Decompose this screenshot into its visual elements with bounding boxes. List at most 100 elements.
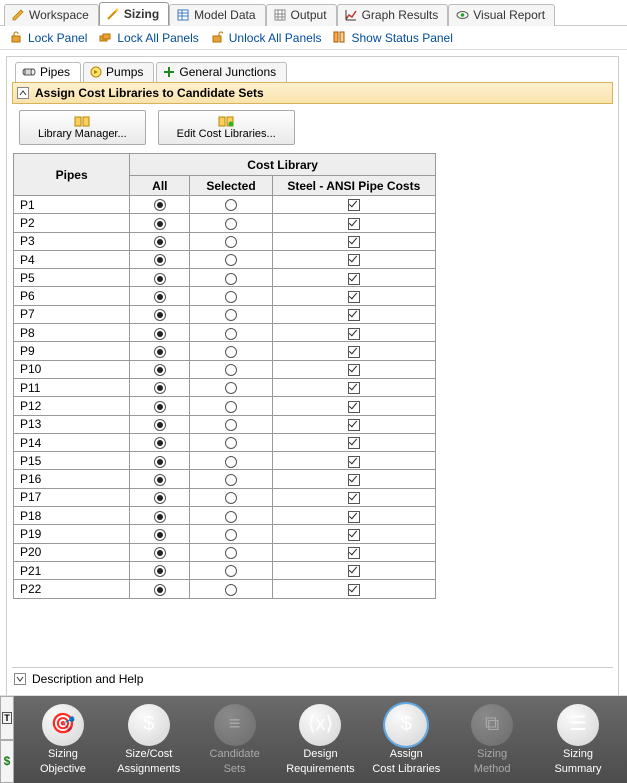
pipe-name-cell[interactable]: P21 [14, 561, 130, 579]
lib-checkbox[interactable] [348, 437, 360, 449]
lib-checkbox-cell[interactable] [272, 488, 435, 506]
lib-checkbox-cell[interactable] [272, 415, 435, 433]
lib-checkbox[interactable] [348, 273, 360, 285]
pipe-name-cell[interactable]: P15 [14, 452, 130, 470]
subtab-pipes[interactable]: Pipes [15, 62, 81, 82]
lib-checkbox[interactable] [348, 382, 360, 394]
radio-selected-cell[interactable] [190, 360, 272, 378]
pipe-name-cell[interactable]: P7 [14, 305, 130, 323]
radio-all[interactable] [154, 529, 166, 541]
radio-all-cell[interactable] [130, 287, 190, 305]
lib-checkbox[interactable] [348, 254, 360, 266]
radio-all-cell[interactable] [130, 196, 190, 214]
radio-selected-cell[interactable] [190, 214, 272, 232]
radio-all-cell[interactable] [130, 452, 190, 470]
radio-all[interactable] [154, 474, 166, 486]
lib-checkbox[interactable] [348, 346, 360, 358]
lib-checkbox[interactable] [348, 199, 360, 211]
radio-all-cell[interactable] [130, 250, 190, 268]
lib-checkbox[interactable] [348, 565, 360, 577]
radio-all-cell[interactable] [130, 415, 190, 433]
lib-checkbox-cell[interactable] [272, 342, 435, 360]
tab-graph-results[interactable]: Graph Results [337, 4, 449, 26]
lib-checkbox-cell[interactable] [272, 433, 435, 451]
radio-all-cell[interactable] [130, 324, 190, 342]
radio-all-cell[interactable] [130, 488, 190, 506]
lib-checkbox-cell[interactable] [272, 305, 435, 323]
lib-checkbox[interactable] [348, 419, 360, 431]
radio-all-cell[interactable] [130, 580, 190, 598]
subtab-general-junctions[interactable]: General Junctions [156, 62, 287, 82]
radio-all-cell[interactable] [130, 378, 190, 396]
description-collapse-toggle[interactable] [14, 673, 26, 685]
radio-selected[interactable] [225, 547, 237, 559]
radio-selected-cell[interactable] [190, 397, 272, 415]
radio-all-cell[interactable] [130, 525, 190, 543]
radio-all[interactable] [154, 492, 166, 504]
radio-selected-cell[interactable] [190, 250, 272, 268]
lib-checkbox[interactable] [348, 291, 360, 303]
radio-selected-cell[interactable] [190, 305, 272, 323]
radio-selected-cell[interactable] [190, 324, 272, 342]
radio-selected[interactable] [225, 218, 237, 230]
lib-checkbox-cell[interactable] [272, 561, 435, 579]
lib-checkbox[interactable] [348, 328, 360, 340]
lock-panel[interactable]: Lock Panel [10, 31, 87, 45]
radio-all-cell[interactable] [130, 269, 190, 287]
radio-selected-cell[interactable] [190, 452, 272, 470]
lib-checkbox[interactable] [348, 364, 360, 376]
radio-selected[interactable] [225, 565, 237, 577]
unlock-all-panels[interactable]: Unlock All Panels [211, 31, 322, 45]
lib-checkbox[interactable] [348, 511, 360, 523]
pipe-name-cell[interactable]: P18 [14, 507, 130, 525]
lib-checkbox-cell[interactable] [272, 452, 435, 470]
radio-selected-cell[interactable] [190, 561, 272, 579]
edit-cost-libraries-button[interactable]: Edit Cost Libraries... [158, 110, 295, 145]
radio-selected-cell[interactable] [190, 415, 272, 433]
collapse-toggle[interactable] [17, 87, 29, 99]
radio-selected[interactable] [225, 529, 237, 541]
radio-selected-cell[interactable] [190, 470, 272, 488]
radio-selected[interactable] [225, 474, 237, 486]
radio-all-cell[interactable] [130, 305, 190, 323]
lib-checkbox-cell[interactable] [272, 196, 435, 214]
radio-selected[interactable] [225, 346, 237, 358]
lib-checkbox[interactable] [348, 309, 360, 321]
radio-selected-cell[interactable] [190, 433, 272, 451]
pipe-name-cell[interactable]: P10 [14, 360, 130, 378]
lib-checkbox-cell[interactable] [272, 250, 435, 268]
pipe-name-cell[interactable]: P6 [14, 287, 130, 305]
pipe-name-cell[interactable]: P14 [14, 433, 130, 451]
radio-all[interactable] [154, 382, 166, 394]
radio-selected[interactable] [225, 492, 237, 504]
pipe-name-cell[interactable]: P11 [14, 378, 130, 396]
lib-checkbox-cell[interactable] [272, 378, 435, 396]
radio-selected[interactable] [225, 382, 237, 394]
radio-all-cell[interactable] [130, 470, 190, 488]
radio-all[interactable] [154, 199, 166, 211]
lib-checkbox[interactable] [348, 474, 360, 486]
radio-selected-cell[interactable] [190, 287, 272, 305]
radio-selected-cell[interactable] [190, 488, 272, 506]
lib-checkbox[interactable] [348, 401, 360, 413]
radio-selected[interactable] [225, 437, 237, 449]
radio-all[interactable] [154, 328, 166, 340]
mini-toggle-bottom[interactable]: $ [0, 740, 14, 783]
lib-checkbox-cell[interactable] [272, 232, 435, 250]
radio-selected-cell[interactable] [190, 580, 272, 598]
lib-checkbox-cell[interactable] [272, 324, 435, 342]
nav-assign-cost-libraries[interactable]: $AssignCost Libraries [364, 704, 448, 775]
library-manager-button[interactable]: Library Manager... [19, 110, 146, 145]
radio-all[interactable] [154, 236, 166, 248]
mini-toggle-top[interactable]: T [0, 696, 14, 740]
radio-selected-cell[interactable] [190, 342, 272, 360]
radio-selected-cell[interactable] [190, 378, 272, 396]
pipe-name-cell[interactable]: P9 [14, 342, 130, 360]
tab-visual-report[interactable]: Visual Report [448, 4, 555, 26]
nav-sizing-summary[interactable]: ☰SizingSummary [536, 704, 620, 775]
pipe-name-cell[interactable]: P4 [14, 250, 130, 268]
radio-selected[interactable] [225, 291, 237, 303]
lib-checkbox-cell[interactable] [272, 580, 435, 598]
radio-all-cell[interactable] [130, 214, 190, 232]
radio-all[interactable] [154, 437, 166, 449]
